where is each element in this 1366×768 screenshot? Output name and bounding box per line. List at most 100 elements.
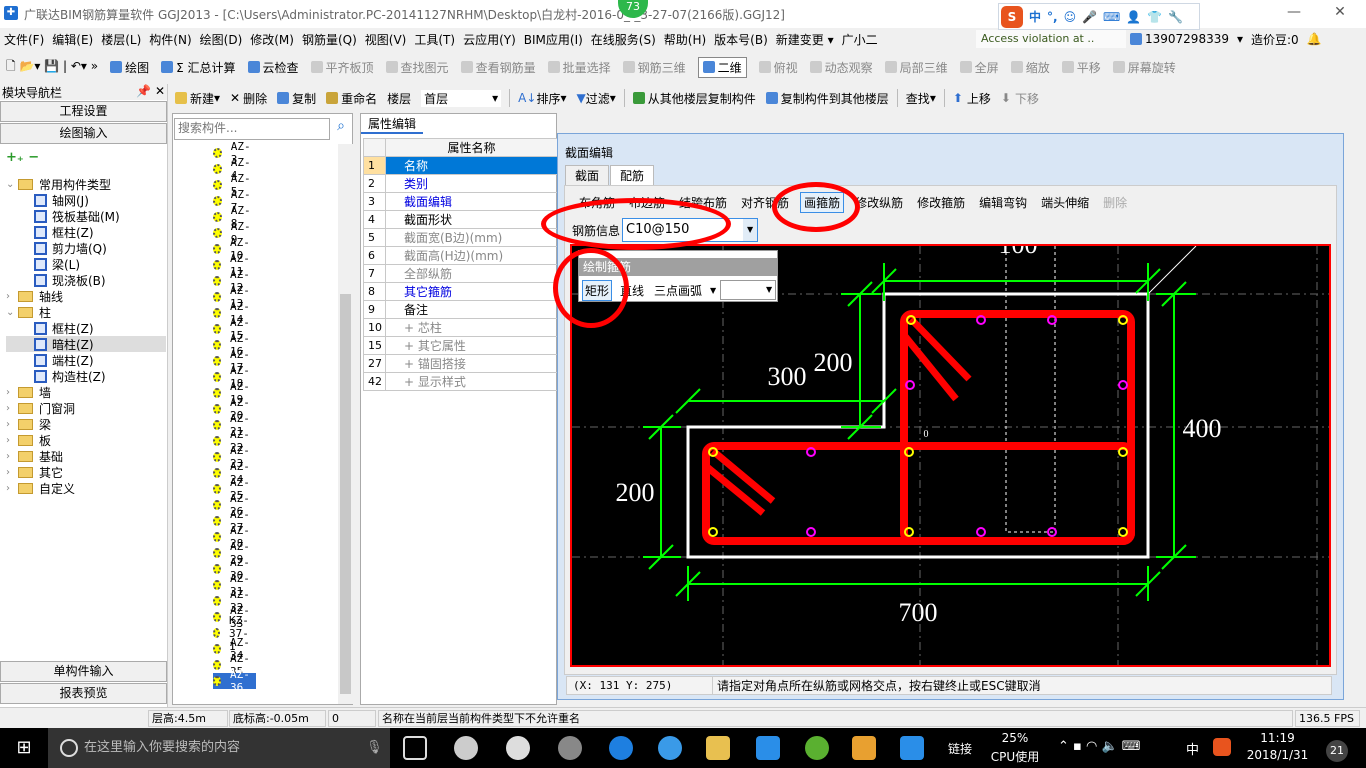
move-down-button[interactable]: ⬇ 下移 xyxy=(1001,90,1039,107)
rebar-tool-button[interactable]: 画箍筋 xyxy=(800,191,845,213)
chevron-down-icon[interactable]: ▾ xyxy=(1237,32,1243,46)
tree-item[interactable]: › 轴线 xyxy=(6,288,166,304)
menu-item[interactable]: 新建变更 ▾ xyxy=(776,31,834,48)
menu-item[interactable]: 楼层(L) xyxy=(101,31,141,48)
ie-icon[interactable] xyxy=(658,736,682,760)
menu-item[interactable]: 视图(V) xyxy=(365,31,407,48)
file-explorer-icon[interactable] xyxy=(706,736,730,760)
rename-button[interactable]: 重命名 xyxy=(326,90,377,107)
property-name[interactable]: + 显示样式 xyxy=(385,372,558,391)
tree-item[interactable]: 构造柱(Z) xyxy=(6,368,166,384)
menu-item[interactable]: BIM应用(I) xyxy=(524,31,583,48)
sogou-tray-icon[interactable] xyxy=(1213,738,1231,756)
tree-item[interactable]: ⌄ 常用构件类型 xyxy=(6,176,166,192)
file-buttons[interactable]: 🗋 📂▾ 💾 | ↶▾ » xyxy=(6,57,98,78)
close-button[interactable]: ✕ xyxy=(1320,4,1360,24)
edge-icon[interactable] xyxy=(609,736,633,760)
property-name[interactable]: 全部纵筋 xyxy=(385,264,558,283)
copy-from-floor-button[interactable]: 从其他楼层复制构件 xyxy=(632,90,756,107)
property-name[interactable]: 类别 xyxy=(385,174,558,193)
component-list-item[interactable]: AZ-36 xyxy=(213,668,256,694)
tab-rebar[interactable]: 配筋 xyxy=(610,165,655,186)
expand-collapse-icons[interactable]: +₊ − xyxy=(6,150,39,165)
task-view-icon[interactable] xyxy=(403,736,427,760)
toolbar-button[interactable]: 钢筋三维 xyxy=(622,59,686,76)
floor-select[interactable]: 首层 ▾ xyxy=(421,89,502,107)
tree-item[interactable]: › 板 xyxy=(6,432,166,448)
copy-button[interactable]: 复制 xyxy=(277,90,316,107)
rebar-info-input[interactable]: C10@150 ▼ xyxy=(622,218,759,242)
property-name[interactable]: + 芯柱 xyxy=(385,318,558,337)
project-settings-button[interactable]: 工程设置 xyxy=(0,101,167,122)
property-row[interactable]: 5 截面宽(B边)(mm) xyxy=(363,228,558,247)
active-app-icon[interactable] xyxy=(900,736,924,760)
glodon-icon[interactable] xyxy=(756,736,780,760)
toolbar-button[interactable]: 云检查 xyxy=(247,59,299,76)
menu-item[interactable]: 编辑(E) xyxy=(52,31,93,48)
arc-mode-button[interactable]: 三点画弧 xyxy=(652,281,704,300)
scrollbar[interactable] xyxy=(338,144,353,704)
property-name[interactable]: 截面编辑 xyxy=(385,192,558,211)
account-phone[interactable]: 13907298339 xyxy=(1145,32,1229,46)
menu-item[interactable]: 钢筋量(Q) xyxy=(302,31,357,48)
property-row[interactable]: 4 截面形状 xyxy=(363,210,558,229)
link-label[interactable]: 链接 xyxy=(948,740,972,757)
move-up-button[interactable]: ⬆ 上移 xyxy=(953,90,991,107)
property-row[interactable]: 7 全部纵筋 xyxy=(363,264,558,283)
toolbar-button[interactable]: 绘图 xyxy=(110,59,149,76)
section-drawing[interactable]: 1002003004002007000 xyxy=(572,246,1331,667)
toolbar-button[interactable]: 动态观察 xyxy=(809,59,873,76)
ime-item[interactable]: 🎤 xyxy=(1082,10,1097,24)
property-row[interactable]: 1 名称 xyxy=(363,156,558,175)
property-row[interactable]: 27 + 锚固搭接 xyxy=(363,354,558,373)
tree-item[interactable]: › 梁 xyxy=(6,416,166,432)
chevron-right-icon[interactable]: › xyxy=(6,435,18,446)
input-language[interactable]: 中 xyxy=(1186,739,1199,758)
draw-input-button[interactable]: 绘图输入 xyxy=(0,123,167,144)
tree-item[interactable]: 筏板基础(M) xyxy=(6,208,166,224)
drawing-canvas[interactable]: 1002003004002007000 xyxy=(570,244,1331,667)
ime-item[interactable]: °, xyxy=(1047,10,1058,24)
toolbar-button[interactable]: 屏幕旋转 xyxy=(1112,59,1176,76)
clock-date[interactable]: 2018/1/31 xyxy=(1240,748,1315,762)
property-name[interactable]: 截面高(H边)(mm) xyxy=(385,246,558,265)
notification-count[interactable]: 21 xyxy=(1326,740,1348,762)
notification-app-icon[interactable] xyxy=(558,736,582,760)
property-row[interactable]: 8 其它箍筋 xyxy=(363,282,558,301)
notes-icon[interactable] xyxy=(852,736,876,760)
property-row[interactable]: 15 + 其它属性 xyxy=(363,336,558,355)
restore-button[interactable] xyxy=(1277,4,1317,24)
chevron-right-icon[interactable]: › xyxy=(6,291,18,302)
chevron-right-icon[interactable]: › xyxy=(6,483,18,494)
tree-item[interactable]: › 门窗洞 xyxy=(6,400,166,416)
toolbar-button[interactable]: Σ 汇总计算 xyxy=(161,59,236,76)
new-button[interactable]: 新建 ▾ xyxy=(175,90,220,107)
ime-item[interactable]: ☺ xyxy=(1064,10,1077,24)
property-name[interactable]: + 锚固搭接 xyxy=(385,354,558,373)
chevron-right-icon[interactable]: › xyxy=(6,403,18,414)
tree-item[interactable]: 端柱(Z) xyxy=(6,352,166,368)
copy-to-floor-button[interactable]: 复制构件到其他楼层 xyxy=(765,90,889,107)
tray-icons[interactable]: ⌃ ▪ ◠ 🔈 ⌨ xyxy=(1058,739,1141,754)
rebar-tool-button[interactable]: 编辑弯钩 xyxy=(976,193,1030,212)
property-row[interactable]: 6 截面高(H边)(mm) xyxy=(363,246,558,265)
tree-item[interactable]: 梁(L) xyxy=(6,256,166,272)
right-scrollbar[interactable] xyxy=(1345,113,1366,705)
toolbar-button[interactable]: 平齐板顶 xyxy=(310,59,374,76)
ime-item[interactable]: 中 xyxy=(1029,8,1041,25)
menu-item[interactable]: 在线服务(S) xyxy=(591,31,656,48)
ime-item[interactable]: ⌨ xyxy=(1103,10,1120,24)
rebar-tool-button[interactable]: 删除 xyxy=(1100,193,1130,212)
property-name[interactable]: 备注 xyxy=(385,300,558,319)
ime-item[interactable]: 👕 xyxy=(1147,10,1162,24)
toolbar-button[interactable]: 全屏 xyxy=(959,59,999,76)
find-button[interactable]: 查找 ▾ xyxy=(906,90,936,107)
rebar-tool-button[interactable]: 对齐钢筋 xyxy=(738,193,792,212)
tab-section[interactable]: 截面 xyxy=(565,165,610,186)
tree-item[interactable]: 现浇板(B) xyxy=(6,272,166,288)
toolbar-button[interactable]: 缩放 xyxy=(1010,59,1050,76)
rebar-tool-button[interactable]: 修改箍筋 xyxy=(914,193,968,212)
toolbar-button[interactable]: 二维 xyxy=(697,56,747,78)
tree-item[interactable]: 轴网(J) xyxy=(6,192,166,208)
toolbar-button[interactable]: 查看钢筋量 xyxy=(460,59,536,76)
